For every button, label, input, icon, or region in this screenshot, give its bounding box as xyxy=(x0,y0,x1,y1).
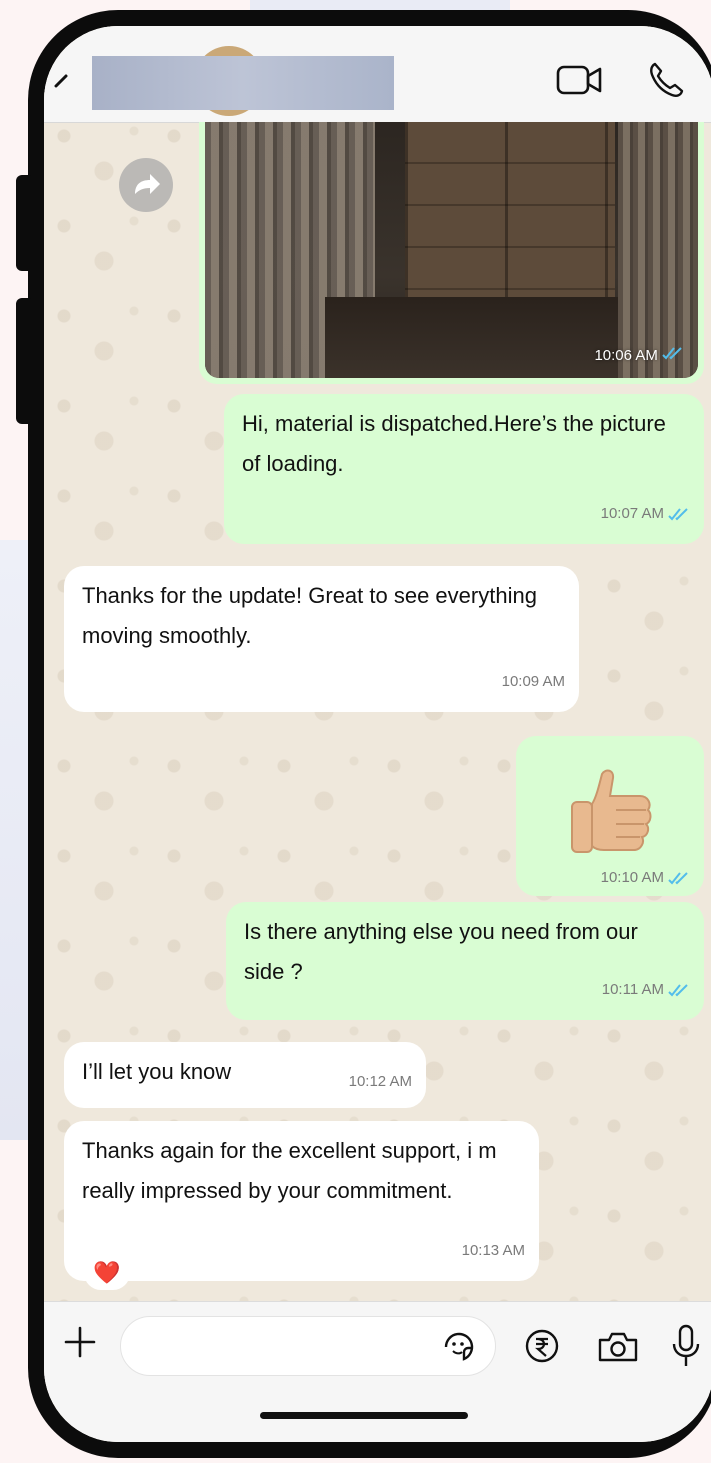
message-meta: 10:13 AM xyxy=(462,1231,525,1271)
chat-header xyxy=(44,26,711,123)
message-text: Hi, material is dispatched.Here’s the pi… xyxy=(242,411,666,476)
incoming-message[interactable]: Thanks again for the excellent support, … xyxy=(64,1121,539,1281)
microphone-icon[interactable] xyxy=(671,1324,701,1368)
photo-cargo-pallets xyxy=(405,122,615,297)
contact-name-redacted[interactable] xyxy=(92,56,394,110)
message-text: Thanks again for the excellent support, … xyxy=(82,1138,497,1203)
incoming-message[interactable]: Thanks for the update! Great to see ever… xyxy=(64,566,579,712)
voice-call-icon[interactable] xyxy=(646,60,686,100)
volume-down-button xyxy=(16,298,34,424)
message-text: I’ll let you know xyxy=(82,1059,232,1084)
message-time: 10:10 AM xyxy=(600,869,664,886)
thumbs-up-emoji xyxy=(571,769,652,853)
image-message[interactable]: 10:06 AM xyxy=(199,122,704,384)
rupee-payment-icon[interactable] xyxy=(524,1328,560,1364)
message-input-bar xyxy=(44,1301,711,1442)
message-time: 10:07 AM xyxy=(600,505,664,522)
heart-reaction[interactable]: ❤️ xyxy=(84,1256,130,1290)
message-meta: 10:11 AM xyxy=(602,970,690,1010)
outgoing-message[interactable]: Hi, material is dispatched.Here’s the pi… xyxy=(224,394,704,544)
read-ticks-icon xyxy=(668,508,688,521)
sticker-icon[interactable] xyxy=(442,1330,476,1364)
forward-icon[interactable] xyxy=(119,158,173,212)
message-meta: 10:12 AM xyxy=(349,1064,412,1100)
message-meta: 10:09 AM xyxy=(502,662,565,702)
camera-icon[interactable] xyxy=(597,1330,639,1364)
outgoing-emoji-message[interactable]: 10:10 AM xyxy=(516,736,704,896)
home-indicator[interactable] xyxy=(260,1412,468,1419)
message-time-text: 10:06 AM xyxy=(594,347,658,364)
video-call-icon[interactable] xyxy=(556,64,606,96)
message-time: 10:12 AM xyxy=(348,1073,412,1090)
volume-up-button xyxy=(16,175,34,271)
chat-screen: 10:06 AM Hi, material is dispatched.Here… xyxy=(44,26,711,1442)
plus-icon[interactable] xyxy=(62,1324,98,1360)
message-input[interactable] xyxy=(120,1316,496,1376)
photo-container-wall xyxy=(618,122,698,378)
message-meta: 10:07 AM xyxy=(601,494,690,534)
read-ticks-icon xyxy=(662,347,682,360)
incoming-message[interactable]: I’ll let you know 10:12 AM xyxy=(64,1042,426,1108)
message-time: 10:09 AM xyxy=(501,673,565,690)
heart-reaction-emoji: ❤️ xyxy=(93,1260,121,1285)
read-ticks-icon xyxy=(668,984,688,997)
back-icon[interactable] xyxy=(52,74,72,94)
message-time: 10:06 AM xyxy=(594,346,684,364)
read-ticks-icon xyxy=(668,871,688,884)
container-loading-photo[interactable]: 10:06 AM xyxy=(205,122,698,378)
message-meta: 10:10 AM xyxy=(601,869,690,886)
message-time: 10:11 AM xyxy=(601,981,664,998)
message-text: Thanks for the update! Great to see ever… xyxy=(82,583,537,648)
message-time: 10:13 AM xyxy=(461,1242,525,1259)
outgoing-message[interactable]: Is there anything else you need from our… xyxy=(226,902,704,1020)
